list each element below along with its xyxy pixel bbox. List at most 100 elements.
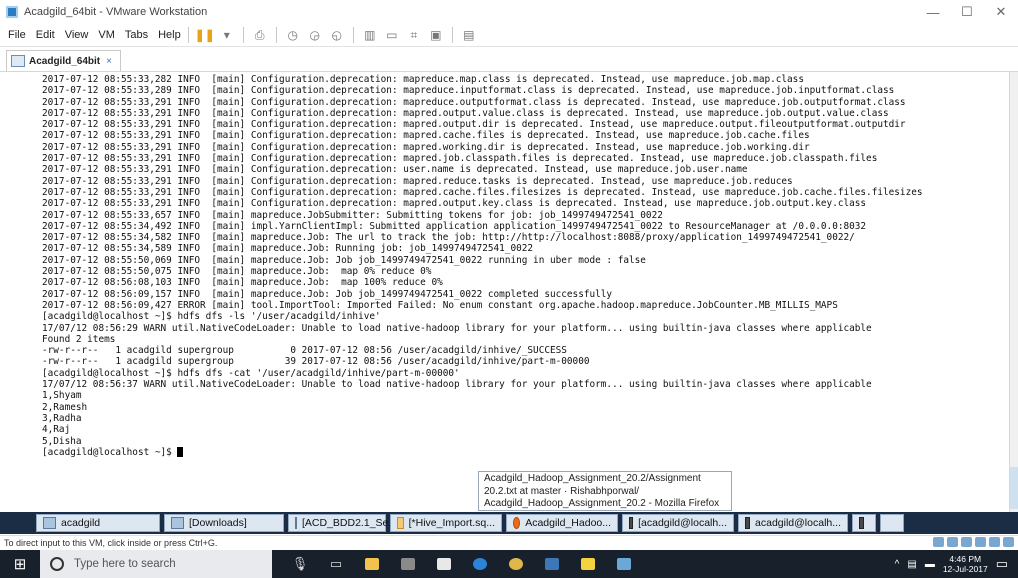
tray-chevron-icon[interactable]: ^ <box>895 559 900 570</box>
terminal-line: 2017-07-12 08:55:50,069 INFO [main] mapr… <box>42 254 646 266</box>
terminal-line: 2017-07-12 08:55:33,291 INFO [main] Conf… <box>42 175 793 187</box>
clock[interactable]: 4:46 PM 12-Jul-2017 <box>943 554 988 574</box>
menu-edit[interactable]: Edit <box>36 29 55 41</box>
revert-snapshot-icon[interactable]: ◶ <box>306 27 324 43</box>
menu-view[interactable]: View <box>65 29 89 41</box>
taskbar-item-label: acadgild <box>61 517 101 529</box>
firefox-icon <box>513 517 521 529</box>
battery-icon[interactable]: ▬ <box>925 559 935 570</box>
taskbar-item-terminal-3[interactable] <box>852 514 876 532</box>
menu-vm[interactable]: VM <box>98 29 115 41</box>
chrome-icon[interactable] <box>498 550 534 578</box>
console-view-icon[interactable]: ▤ <box>460 27 478 43</box>
photos-icon[interactable] <box>534 550 570 578</box>
display-icon[interactable] <box>989 537 1000 547</box>
vm-icon <box>11 55 25 67</box>
snapshot-icon[interactable]: ◷ <box>284 27 302 43</box>
terminal-prompt[interactable]: [acadgild@localhost ~]$ <box>42 447 1010 458</box>
terminal-line: 2017-07-12 08:55:33,282 INFO [main] Conf… <box>42 74 804 85</box>
action-center-icon[interactable]: ▭ <box>996 556 1008 572</box>
microphone-icon[interactable]: 🎙 <box>282 550 318 578</box>
menu-tabs[interactable]: Tabs <box>125 29 148 41</box>
search-placeholder: Type here to search <box>74 558 176 570</box>
message-icon[interactable] <box>1003 537 1014 547</box>
taskbar-item-label: [ACD_BDD2.1_Se... <box>302 517 398 529</box>
hard-disk-icon[interactable] <box>933 537 944 547</box>
taskbar-item-downloads[interactable]: [Downloads] <box>164 514 284 532</box>
vm-status-bar: To direct input to this VM, click inside… <box>0 535 1018 550</box>
tooltip-line: 20.2.txt at master · Rishabhporwal/ <box>484 485 640 497</box>
terminal-line: 2017-07-12 08:56:08,103 INFO [main] mapr… <box>42 277 443 289</box>
unity-icon[interactable]: ▣ <box>427 27 445 43</box>
task-view-icon[interactable]: ▭ <box>318 550 354 578</box>
system-tray: ^ ▤ ▬ 4:46 PM 12-Jul-2017 ▭ <box>895 550 1018 578</box>
taskbar-item-terminal-1[interactable]: [acadgild@localh... <box>622 514 734 532</box>
sound-icon[interactable] <box>975 537 986 547</box>
tab-close-icon[interactable]: × <box>106 56 112 67</box>
library-view-icon[interactable]: ▥ <box>361 27 379 43</box>
maximize-button[interactable]: ☐ <box>950 0 984 24</box>
dropdown-arrow-icon[interactable]: ▾ <box>218 27 236 43</box>
window-titlebar: Acadgild_64bit - VMware Workstation — ☐ … <box>0 0 1018 24</box>
window-title: Acadgild_64bit - VMware Workstation <box>24 6 208 18</box>
editor-icon <box>397 517 404 529</box>
windows-taskbar: ⊞ Type here to search 🎙 ▭ ^ ▤ ▬ 4:46 PM … <box>0 550 1018 578</box>
terminal-line: 2017-07-12 08:55:50,075 INFO [main] mapr… <box>42 266 432 278</box>
close-button[interactable]: ✕ <box>984 0 1018 24</box>
terminal-line: 17/07/12 08:56:37 WARN util.NativeCodeLo… <box>42 379 872 391</box>
terminal-icon <box>745 517 751 529</box>
network-adapter-icon[interactable] <box>947 537 958 547</box>
taskbar-search-box[interactable]: Type here to search <box>40 550 272 578</box>
store-icon[interactable] <box>426 550 462 578</box>
taskbar-item-hive-import[interactable]: [*Hive_Import.sq... <box>390 514 502 532</box>
tab-acadgild-64bit[interactable]: Acadgild_64bit × <box>6 50 121 71</box>
taskbar-item-acadgild[interactable]: acadgild <box>36 514 160 532</box>
guest-taskbar: acadgild [Downloads] [ACD_BDD2.1_Se... [… <box>0 512 1018 534</box>
terminal-line: 2017-07-12 08:55:33,291 INFO [main] Conf… <box>42 198 867 210</box>
taskbar-item-acd-bdd[interactable]: [ACD_BDD2.1_Se... <box>288 514 397 532</box>
status-hint: To direct input to this VM, click inside… <box>4 538 218 548</box>
scrollbar-thumb[interactable] <box>1010 467 1018 509</box>
terminal-line: 2017-07-12 08:55:33,291 INFO [main] Conf… <box>42 186 923 198</box>
thumbnail-bar-icon[interactable]: ▭ <box>383 27 401 43</box>
terminal-line: 2,Ramesh <box>42 401 88 413</box>
terminal-line: 2017-07-12 08:55:33,291 INFO [main] Conf… <box>42 141 810 153</box>
calculator-icon[interactable] <box>390 550 426 578</box>
terminal-line: 2017-07-12 08:56:09,157 INFO [main] mapr… <box>42 288 613 300</box>
menu-help[interactable]: Help <box>158 29 181 41</box>
terminal-window[interactable]: 2017-07-12 08:55:33,282 INFO [main] Conf… <box>0 72 1010 512</box>
usb-icon[interactable] <box>961 537 972 547</box>
taskbar-item-label: acadgild@localh... <box>755 517 841 529</box>
prompt-text: [acadgild@localhost ~]$ <box>42 446 178 458</box>
terminal-line: 2017-07-12 08:55:33,289 INFO [main] Conf… <box>42 85 895 97</box>
terminal-line: 1,Shyam <box>42 390 82 402</box>
pause-icon[interactable]: ❚❚ <box>195 27 215 43</box>
terminal-line: 2017-07-12 08:55:33,291 INFO [main] Conf… <box>42 107 889 119</box>
terminal-icon <box>859 517 864 529</box>
file-explorer-icon[interactable] <box>354 550 390 578</box>
snapshot-manager-icon[interactable]: ◵ <box>328 27 346 43</box>
edge-icon[interactable] <box>462 550 498 578</box>
windows-start-icon[interactable]: ⊞ <box>0 550 40 578</box>
send-ctrl-alt-del-icon[interactable]: ⎙ <box>251 27 269 43</box>
terminal-output: 2017-07-12 08:55:33,282 INFO [main] Conf… <box>42 74 1010 458</box>
terminal-scrollbar[interactable] <box>1009 72 1018 512</box>
folder-icon <box>295 517 297 529</box>
terminal-icon <box>629 517 634 529</box>
terminal-line: [acadgild@localhost ~]$ hdfs dfs -ls '/u… <box>42 311 381 323</box>
network-icon[interactable]: ▤ <box>907 559 916 570</box>
terminal-line: 5,Disha <box>42 435 82 447</box>
fullscreen-icon[interactable]: ⌗ <box>405 27 423 43</box>
menu-file[interactable]: File <box>8 29 26 41</box>
terminal-line: 2017-07-12 08:55:34,492 INFO [main] impl… <box>42 220 867 232</box>
toolbar-divider <box>187 27 189 43</box>
folder-icon <box>171 517 184 529</box>
vmware-taskbar-icon[interactable] <box>606 550 642 578</box>
tooltip-line: Acadgild_Hadoop_Assignment_20.2 - Mozill… <box>484 498 720 509</box>
minimize-button[interactable]: — <box>916 0 950 24</box>
taskbar-item-blank[interactable] <box>880 514 904 532</box>
taskbar-item-label: [acadgild@localh... <box>638 517 727 529</box>
taskbar-item-terminal-2[interactable]: acadgild@localh... <box>738 514 848 532</box>
sticky-notes-icon[interactable] <box>570 550 606 578</box>
taskbar-item-firefox[interactable]: Acadgild_Hadoo... <box>506 514 618 532</box>
